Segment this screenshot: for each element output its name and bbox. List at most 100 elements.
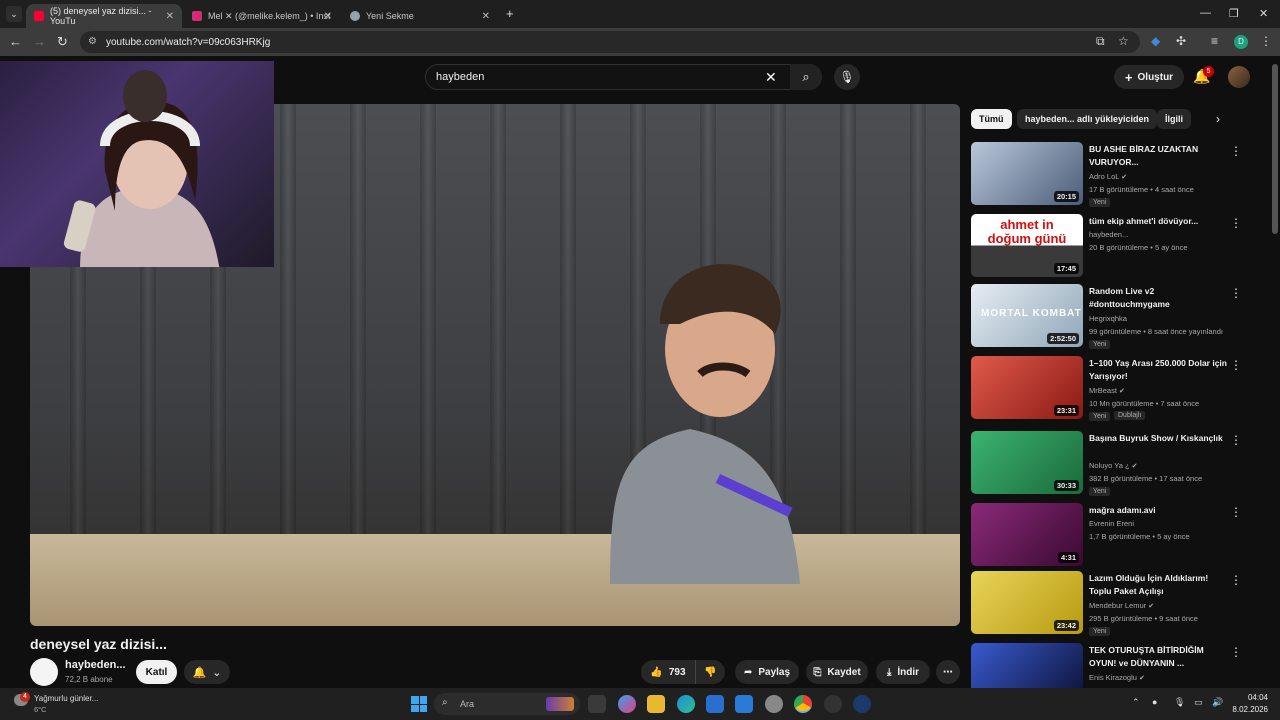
more-options-icon[interactable]: ⋮ xyxy=(1230,216,1242,230)
menu-dots-icon[interactable]: ⋮ xyxy=(1260,34,1272,48)
video-thumbnail[interactable]: ahmet in doğum günü 17:45 xyxy=(971,214,1083,277)
recommendation-channel[interactable]: Noluyo Ya ¿ ✔ xyxy=(1089,461,1138,470)
recommendation-channel[interactable]: Mendebur Lemur ✔ xyxy=(1089,601,1154,610)
store-icon[interactable] xyxy=(706,695,724,713)
weather-text[interactable]: Yağmurlu günler... xyxy=(34,694,98,703)
more-options-icon[interactable]: ⋮ xyxy=(1230,573,1242,587)
install-app-icon[interactable]: ⧉ xyxy=(1096,34,1105,49)
video-thumbnail[interactable]: 30:33 xyxy=(971,431,1083,494)
reload-icon[interactable]: ↻ xyxy=(57,34,68,50)
extensions-puzzle-icon[interactable]: ✣ xyxy=(1176,34,1186,48)
more-options-icon[interactable]: ⋮ xyxy=(1230,358,1242,372)
forward-icon[interactable]: → xyxy=(33,34,46,49)
edge-icon[interactable] xyxy=(677,695,695,713)
task-view-icon[interactable] xyxy=(588,695,606,713)
tab-youtube[interactable]: (5) deneysel yaz dizisi... - YouTu ✕ xyxy=(26,4,182,28)
restore-icon[interactable]: ❐ xyxy=(1229,7,1239,20)
recommendation-title[interactable]: 1–100 Yaş Arası 250.000 Dolar için Yarış… xyxy=(1089,357,1229,383)
volume-icon[interactable]: 🔊 xyxy=(1212,697,1223,708)
channel-avatar[interactable] xyxy=(30,658,58,686)
recommendation-item[interactable]: 23:42 Lazım Olduğu İçin Aldıklarım! Topl… xyxy=(971,571,1251,637)
recommendation-title[interactable]: Lazım Olduğu İçin Aldıklarım! Toplu Pake… xyxy=(1089,572,1229,598)
clock-date[interactable]: 8.02.2026 xyxy=(1226,705,1268,714)
chip-all[interactable]: Tümü xyxy=(971,109,1012,129)
chrome-icon[interactable] xyxy=(794,695,812,713)
recommendation-item[interactable]: 23:31 1–100 Yaş Arası 250.000 Dolar için… xyxy=(971,356,1251,422)
file-explorer-icon[interactable] xyxy=(647,695,665,713)
more-options-icon[interactable]: ⋮ xyxy=(1230,144,1242,158)
recommendation-channel[interactable]: Hegrixqhka xyxy=(1089,314,1127,323)
recommendation-title[interactable]: tüm ekip ahmet'i dövüyor... xyxy=(1089,215,1229,228)
clock-time[interactable]: 04:04 xyxy=(1236,693,1268,702)
profile-icon[interactable]: D xyxy=(1234,35,1248,49)
chip-from-uploader[interactable]: haybeden... adlı yükleyiciden xyxy=(1017,109,1158,129)
recommendation-item[interactable]: ahmet in doğum günü 17:45 tüm ekip ahmet'… xyxy=(971,214,1251,280)
tab-search-icon[interactable]: ⌄ xyxy=(6,6,22,22)
chip-related[interactable]: İlgili xyxy=(1157,109,1191,129)
more-options-icon[interactable]: ⋮ xyxy=(1230,505,1242,519)
more-actions-button[interactable]: ⋯ xyxy=(936,660,960,684)
dislike-button[interactable]: 👎 xyxy=(695,660,725,684)
search-button[interactable]: ⌕ xyxy=(790,64,822,90)
close-tab-icon[interactable]: ✕ xyxy=(482,11,490,22)
settings-icon[interactable] xyxy=(765,695,783,713)
avatar[interactable] xyxy=(1228,66,1250,88)
tab-new[interactable]: Yeni Sekme ✕ xyxy=(342,4,498,28)
recommendation-title[interactable]: Random Live v2 #donttouchmygame xyxy=(1089,285,1229,311)
outlook-icon[interactable] xyxy=(735,695,753,713)
new-tab-button[interactable]: + xyxy=(506,6,514,21)
search-input[interactable]: haybeden xyxy=(436,71,484,83)
more-options-icon[interactable]: ⋮ xyxy=(1230,433,1242,447)
recommendation-item[interactable]: TEK OTURUŞTA BİTİRDİĞİM OYUN! ve DÜNYANI… xyxy=(971,643,1251,688)
join-button[interactable]: Katıl xyxy=(136,660,177,684)
close-window-icon[interactable]: ✕ xyxy=(1259,7,1268,20)
voice-search-button[interactable]: 🎙 xyxy=(834,64,860,90)
more-options-icon[interactable]: ⋮ xyxy=(1230,645,1242,659)
microphone-icon[interactable]: 🎙 xyxy=(1174,697,1185,708)
back-icon[interactable]: ← xyxy=(9,34,22,49)
address-bar[interactable]: ⚙ youtube.com/watch?v=09c063HRKjg xyxy=(80,31,1140,53)
recommendation-item[interactable]: 4:31 mağra adamı.avi Evrenin Ereni 1,7 B… xyxy=(971,503,1251,569)
create-button[interactable]: + Oluştur xyxy=(1114,65,1184,89)
recommendation-channel[interactable]: Enis Kirazoglu ✔ xyxy=(1089,673,1145,682)
share-button[interactable]: ➦ Paylaş xyxy=(735,660,799,684)
video-thumbnail[interactable] xyxy=(971,643,1083,688)
scrollbar[interactable] xyxy=(1272,64,1278,234)
recommendation-channel[interactable]: MrBeast ✔ xyxy=(1089,386,1125,395)
video-thumbnail[interactable]: 23:31 xyxy=(971,356,1083,419)
close-tab-icon[interactable]: ✕ xyxy=(166,11,174,22)
recommendation-channel[interactable]: haybeden... xyxy=(1089,230,1128,239)
network-icon[interactable]: ▭ xyxy=(1194,697,1203,708)
site-info-icon[interactable]: ⚙ xyxy=(88,36,97,47)
video-thumbnail[interactable]: MORTAL KOMBAT 2:52:50 xyxy=(971,284,1083,347)
obs-icon[interactable] xyxy=(824,695,842,713)
media-control-icon[interactable]: ≡ xyxy=(1211,34,1218,48)
copilot-icon[interactable] xyxy=(618,695,636,713)
search-box[interactable]: haybeden ✕ xyxy=(425,64,822,90)
download-button[interactable]: ⤓ İndir xyxy=(876,660,930,684)
video-thumbnail[interactable]: 4:31 xyxy=(971,503,1083,566)
more-options-icon[interactable]: ⋮ xyxy=(1230,286,1242,300)
start-button[interactable] xyxy=(411,696,427,712)
recommendation-item[interactable]: 20:15 BU ASHE BİRAZ UZAKTAN VURUYOR... A… xyxy=(971,142,1251,208)
tab-instagram[interactable]: Mel ✕ (@melike.kelem_) • Inst ✕ xyxy=(184,4,340,28)
bookmark-star-icon[interactable]: ☆ xyxy=(1118,34,1129,48)
tray-overflow-icon[interactable]: ⌃ xyxy=(1132,697,1140,708)
steam-icon[interactable] xyxy=(853,695,871,713)
minimize-icon[interactable]: — xyxy=(1200,7,1211,19)
recommendation-title[interactable]: BU ASHE BİRAZ UZAKTAN VURUYOR... xyxy=(1089,143,1229,169)
taskbar-search[interactable]: ⌕ Ara xyxy=(434,693,580,715)
recommendation-title[interactable]: mağra adamı.avi xyxy=(1089,504,1229,517)
extension-icon[interactable]: ◆ xyxy=(1151,34,1160,48)
recommendation-item[interactable]: MORTAL KOMBAT 2:52:50 Random Live v2 #do… xyxy=(971,284,1251,350)
video-thumbnail[interactable]: 20:15 xyxy=(971,142,1083,205)
subscription-bell-button[interactable]: 🔔 ⌄ xyxy=(184,660,230,684)
recommendation-title[interactable]: TEK OTURUŞTA BİTİRDİĞİM OYUN! ve DÜNYANI… xyxy=(1089,644,1229,670)
clear-search-icon[interactable]: ✕ xyxy=(765,69,777,86)
close-tab-icon[interactable]: ✕ xyxy=(324,11,332,22)
video-thumbnail[interactable]: 23:42 xyxy=(971,571,1083,634)
recommendation-channel[interactable]: Adro LoL ✔ xyxy=(1089,172,1127,181)
save-button[interactable]: ⎘ Kaydet xyxy=(806,660,868,684)
recommendation-title[interactable]: Başına Buyruk Show / Kıskançlık xyxy=(1089,432,1229,445)
like-button[interactable]: 👍 793 xyxy=(641,660,695,684)
